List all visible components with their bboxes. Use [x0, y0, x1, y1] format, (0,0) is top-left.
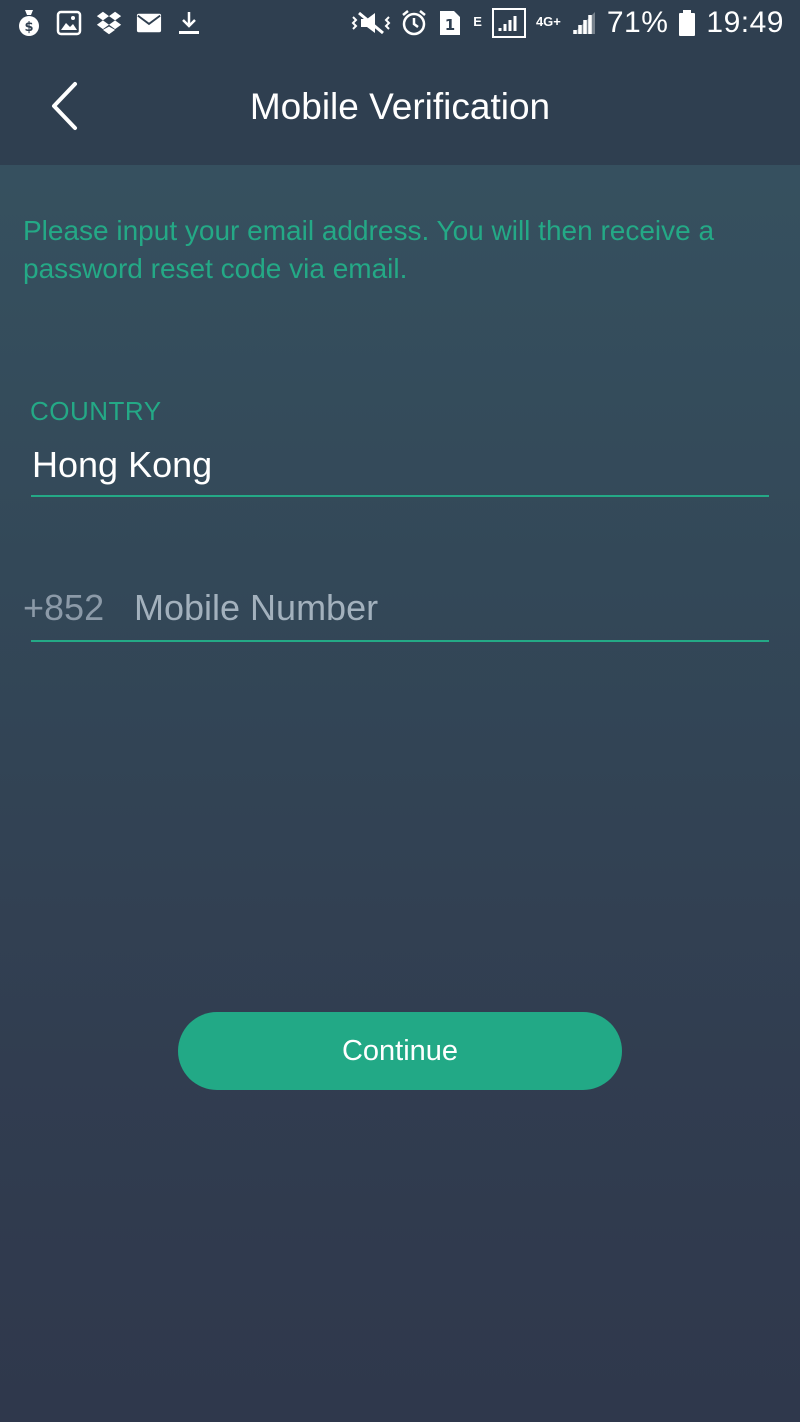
- country-code-prefix: +852: [23, 587, 105, 628]
- gallery-icon: [56, 10, 82, 36]
- signal-sim1-icon: [491, 8, 526, 38]
- country-label: COUNTRY: [30, 396, 162, 426]
- app-bar: Mobile Verification: [0, 56, 800, 165]
- dropbox-icon: [96, 10, 122, 36]
- sim-label: 1: [445, 16, 455, 34]
- network-4g-label: 4G+: [535, 14, 561, 29]
- page-title: Mobile Verification: [249, 86, 551, 127]
- signal-sim2-icon: [571, 10, 597, 36]
- status-right-icons: 1 E 4G+ 71% 19:49: [351, 6, 784, 40]
- network-e-label: E: [473, 14, 482, 29]
- country-selector[interactable]: Hong Kong: [32, 444, 212, 486]
- status-bar: $ 1 E 4G+ 71% 19:49: [0, 0, 800, 56]
- download-icon: [176, 10, 202, 36]
- money-bag-icon: $: [16, 10, 42, 36]
- mail-icon: [136, 10, 162, 36]
- sim-1-icon: 1: [437, 10, 463, 36]
- battery-percent: 71%: [606, 6, 669, 39]
- status-left-icons: $: [16, 10, 202, 36]
- svg-text:$: $: [24, 20, 33, 35]
- alarm-icon: [401, 10, 427, 36]
- vibrate-mute-icon: [351, 10, 391, 36]
- continue-button[interactable]: Continue: [178, 1012, 622, 1090]
- mobile-number-underline: [31, 640, 769, 642]
- battery-icon: [678, 10, 696, 36]
- mobile-number-input[interactable]: [132, 582, 766, 634]
- instructions-text: Please input your email address. You wil…: [23, 215, 715, 284]
- status-time: 19:49: [706, 6, 784, 39]
- country-underline: [31, 495, 769, 497]
